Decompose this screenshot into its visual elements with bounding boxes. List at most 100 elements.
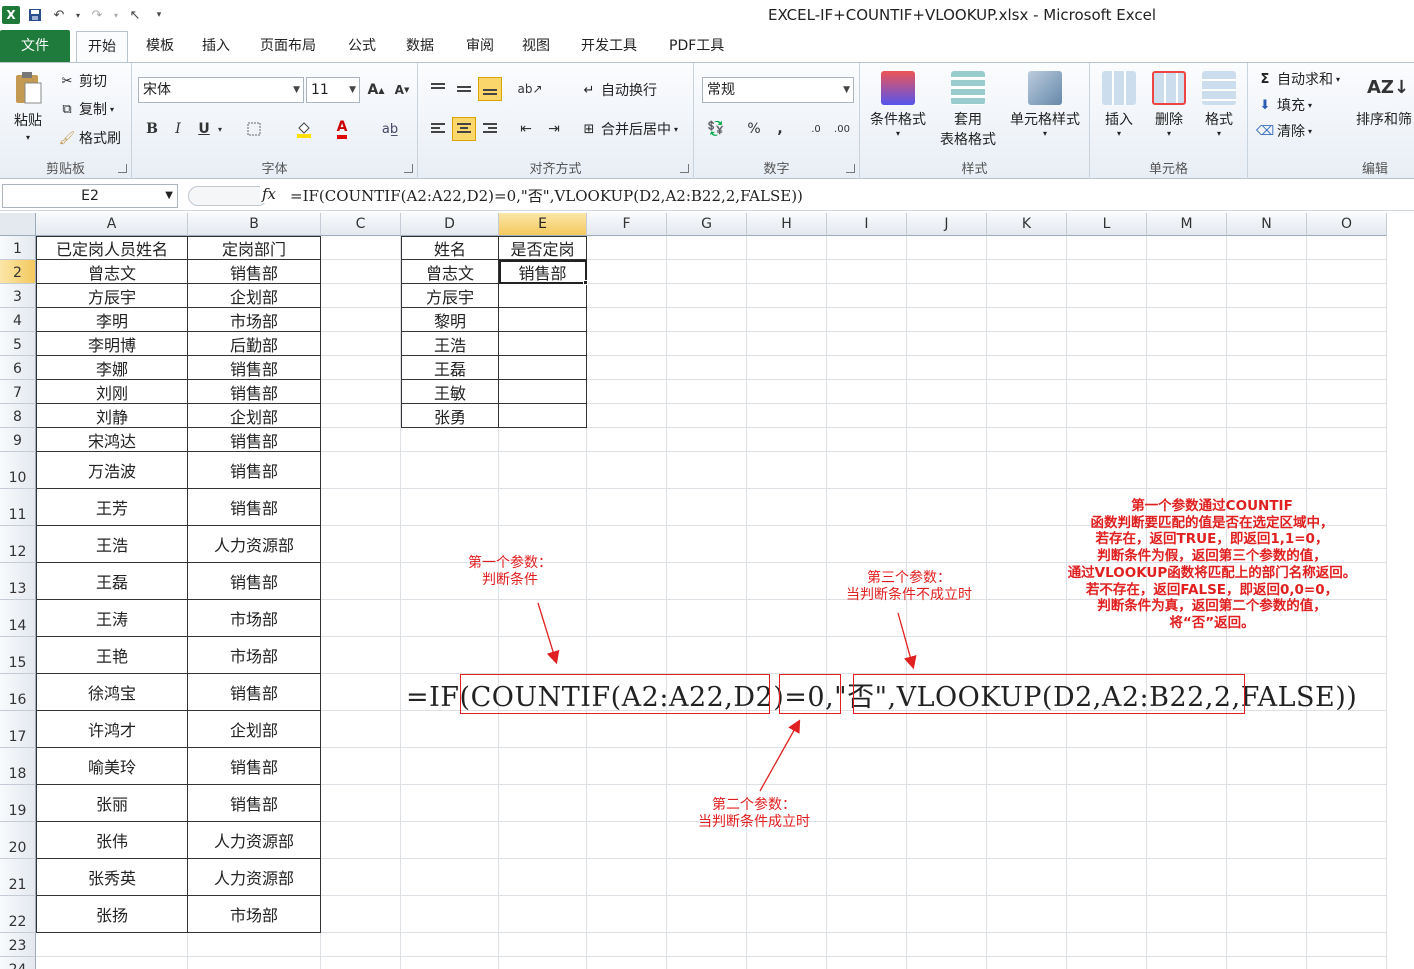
column-header-c[interactable]: C — [321, 213, 401, 236]
tab-pdf-tools[interactable]: PDF工具 — [665, 31, 728, 61]
number-launcher-icon[interactable] — [846, 164, 855, 173]
cell-b9[interactable]: 销售部 — [188, 428, 321, 452]
row-header-20[interactable]: 20 — [0, 822, 36, 859]
cell-b10[interactable]: 销售部 — [188, 452, 321, 489]
delete-cells-button[interactable]: 删除 ▾ — [1146, 71, 1192, 138]
row-header-22[interactable]: 22 — [0, 896, 36, 933]
column-header-d[interactable]: D — [401, 213, 499, 236]
format-painter-button[interactable]: 🖌 格式刷 — [58, 128, 121, 148]
clear-button[interactable]: ⌫ 清除 ▾ — [1256, 121, 1312, 141]
cell-a13[interactable]: 王磊 — [36, 563, 188, 600]
cell-d7[interactable]: 王敏 — [401, 380, 499, 404]
select-all-corner[interactable] — [0, 213, 36, 236]
cell-b2[interactable]: 销售部 — [188, 260, 321, 284]
number-format-combo[interactable]: 常规 ▼ — [702, 77, 854, 103]
cell-b1[interactable]: 定岗部门 — [188, 236, 321, 260]
increase-decimal-button[interactable]: .0 — [804, 117, 828, 141]
cell-a19[interactable]: 张丽 — [36, 785, 188, 822]
font-color-button[interactable]: A — [330, 117, 354, 141]
cell-e4[interactable] — [499, 308, 587, 332]
row-header-12[interactable]: 12 — [0, 526, 36, 563]
cell-styles-button[interactable]: 单元格样式 ▾ — [1006, 71, 1084, 138]
phonetic-button[interactable]: ab̲ — [378, 117, 402, 141]
fill-handle[interactable] — [583, 280, 588, 285]
copy-button[interactable]: ⧉ 复制 ▾ — [58, 99, 114, 119]
clipboard-launcher-icon[interactable] — [118, 164, 127, 173]
cell-b15[interactable]: 市场部 — [188, 637, 321, 674]
column-header-a[interactable]: A — [36, 213, 188, 236]
align-right-button[interactable] — [478, 117, 502, 141]
cell-a16[interactable]: 徐鸿宝 — [36, 674, 188, 711]
column-header-n[interactable]: N — [1227, 213, 1307, 236]
borders-button[interactable] — [242, 117, 266, 141]
row-header-14[interactable]: 14 — [0, 600, 36, 637]
percent-button[interactable]: % — [742, 117, 766, 141]
tab-insert[interactable]: 插入 — [198, 31, 234, 61]
row-header-3[interactable]: 3 — [0, 284, 36, 308]
bold-button[interactable]: B — [140, 117, 164, 141]
font-launcher-icon[interactable] — [404, 164, 413, 173]
row-header-8[interactable]: 8 — [0, 404, 36, 428]
column-header-k[interactable]: K — [987, 213, 1067, 236]
format-as-table-button[interactable]: 套用 表格格式 — [930, 71, 1006, 149]
cell-b17[interactable]: 企划部 — [188, 711, 321, 748]
conditional-format-button[interactable]: 条件格式 ▾ — [864, 71, 932, 138]
cell-b16[interactable]: 销售部 — [188, 674, 321, 711]
align-left-button[interactable] — [426, 117, 450, 141]
row-header-7[interactable]: 7 — [0, 380, 36, 404]
cell-b13[interactable]: 销售部 — [188, 563, 321, 600]
paste-button[interactable]: 粘贴 ▾ — [8, 71, 48, 142]
row-header-10[interactable]: 10 — [0, 452, 36, 489]
column-header-g[interactable]: G — [667, 213, 747, 236]
worksheet-grid[interactable]: ABCDEFGHIJKLMNO 1 2 3 4 5 6 7 8 9 10 11 12 13 14 15 16 1… — [0, 213, 1414, 969]
row-header-9[interactable]: 9 — [0, 428, 36, 452]
cell-b21[interactable]: 人力资源部 — [188, 859, 321, 896]
cell-a2[interactable]: 曾志文 — [36, 260, 188, 284]
cell-b22[interactable]: 市场部 — [188, 896, 321, 933]
undo-dropdown-icon[interactable]: ▾ — [74, 6, 82, 24]
row-header-19[interactable]: 19 — [0, 785, 36, 822]
cell-a11[interactable]: 王芳 — [36, 489, 188, 526]
cell-d6[interactable]: 王磊 — [401, 356, 499, 380]
tab-template[interactable]: 模板 — [142, 31, 178, 61]
row-header-17[interactable]: 17 — [0, 711, 36, 748]
cell-a14[interactable]: 王涛 — [36, 600, 188, 637]
cell-a17[interactable]: 许鸿才 — [36, 711, 188, 748]
cell-a7[interactable]: 刘刚 — [36, 380, 188, 404]
underline-dropdown-icon[interactable]: ▾ — [214, 117, 226, 141]
font-size-combo[interactable]: 11 ▼ — [306, 77, 360, 103]
cell-a20[interactable]: 张伟 — [36, 822, 188, 859]
cell-b14[interactable]: 市场部 — [188, 600, 321, 637]
row-header-2[interactable]: 2 — [0, 260, 36, 284]
merge-center-button[interactable]: ⊞ 合并后居中 ▾ — [580, 119, 678, 139]
cell-b11[interactable]: 销售部 — [188, 489, 321, 526]
tab-data[interactable]: 数据 — [402, 31, 438, 61]
cell-e1[interactable]: 是否定岗 — [499, 236, 587, 260]
cell-b3[interactable]: 企划部 — [188, 284, 321, 308]
shrink-font-button[interactable]: A ▼ — [390, 78, 414, 102]
format-cells-button[interactable]: 格式 ▾ — [1196, 71, 1242, 138]
cell-b12[interactable]: 人力资源部 — [188, 526, 321, 563]
cell-b19[interactable]: 销售部 — [188, 785, 321, 822]
autosum-button[interactable]: Σ 自动求和 ▾ — [1256, 69, 1340, 89]
grow-font-button[interactable]: A ▲ — [364, 78, 388, 102]
cut-button[interactable]: ✂ 剪切 — [58, 71, 107, 91]
fill-color-button[interactable] — [292, 117, 316, 141]
cell-b5[interactable]: 后勤部 — [188, 332, 321, 356]
currency-button[interactable]: 💱 — [704, 117, 728, 141]
cell-b7[interactable]: 销售部 — [188, 380, 321, 404]
column-header-f[interactable]: F — [587, 213, 667, 236]
alignment-launcher-icon[interactable] — [680, 164, 689, 173]
cell-a3[interactable]: 方辰宇 — [36, 284, 188, 308]
row-header-6[interactable]: 6 — [0, 356, 36, 380]
customize-qat-icon[interactable]: ▾ — [150, 6, 168, 24]
cell-b8[interactable]: 企划部 — [188, 404, 321, 428]
cell-a1[interactable]: 已定岗人员姓名 — [36, 236, 188, 260]
cell-b20[interactable]: 人力资源部 — [188, 822, 321, 859]
formula-input[interactable]: =IF(COUNTIF(A2:A22,D2)=0,"否",VLOOKUP(D2,… — [290, 185, 1410, 209]
excel-logo-icon[interactable]: X — [2, 6, 20, 24]
undo-icon[interactable]: ↶ — [50, 6, 68, 24]
row-header-21[interactable]: 21 — [0, 859, 36, 896]
cell-d2[interactable]: 曾志文 — [401, 260, 499, 284]
comma-button[interactable]: , — [768, 117, 792, 141]
